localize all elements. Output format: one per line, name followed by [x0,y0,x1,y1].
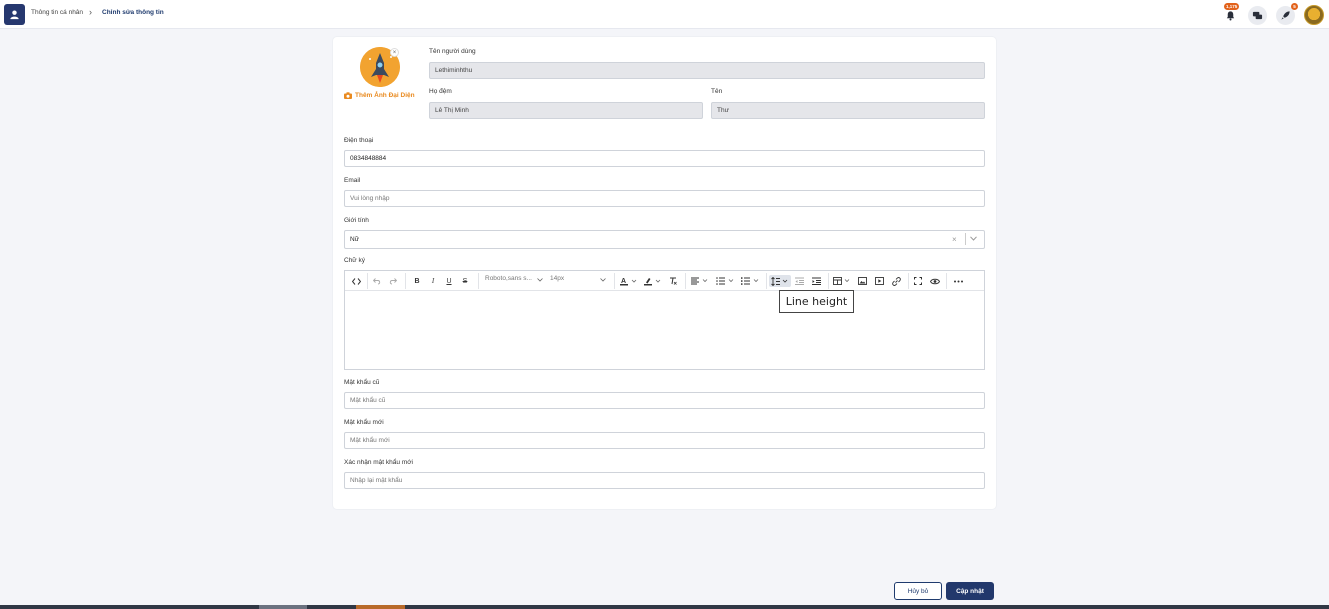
chevron-down-icon [600,278,606,282]
indent-icon[interactable] [810,275,822,287]
clear-selection-icon[interactable]: × [952,235,957,244]
font-family-select[interactable]: Roboto,sans s... [485,275,545,287]
signature-label: Chữ ký [344,257,365,264]
image-icon[interactable] [856,275,868,287]
bottom-taskbar [0,605,1329,609]
phone-input[interactable]: 0834848884 [344,150,985,167]
breadcrumb-current: Chỉnh sửa thông tin [102,9,164,16]
username-label: Tên người dùng [429,48,476,55]
user-avatar[interactable] [1304,5,1324,25]
email-label: Email [344,177,361,184]
remove-avatar-button[interactable]: × [390,48,399,57]
undo-icon[interactable] [371,275,383,287]
add-photo-label: Thêm Ảnh Đại Diện [355,92,415,99]
camera-icon [344,92,352,99]
table-icon[interactable] [832,275,854,287]
redo-icon[interactable] [387,275,399,287]
first-name-label: Tên [711,88,723,95]
notification-badge: 1,175 [1224,3,1240,10]
fullscreen-icon[interactable] [912,275,924,287]
first-name-field: Thư [711,102,985,119]
breadcrumb-separator: › [89,7,92,17]
more-options-icon[interactable] [951,275,965,287]
gender-select[interactable]: Nữ [344,230,985,249]
gender-label: Giới tính [344,217,369,224]
breadcrumb-parent[interactable]: Thông tin cá nhân [31,9,83,16]
highlight-icon[interactable] [643,275,663,287]
italic-icon[interactable]: I [427,275,439,287]
align-icon[interactable] [690,275,710,287]
rocket-badge: 5 [1291,3,1298,10]
username-field: Lethiminhthu [429,62,985,79]
signature-editor[interactable]: B I U S Roboto,sans s... 14px A [344,270,985,370]
outdent-icon[interactable] [793,275,805,287]
unordered-list-icon[interactable] [740,275,762,287]
chevron-down-icon [537,278,543,282]
editor-toolbar: B I U S Roboto,sans s... 14px A [345,271,984,291]
cancel-button[interactable]: Hủy bỏ [894,582,942,600]
last-name-label: Họ đệm [429,88,452,95]
ordered-list-icon[interactable] [715,275,737,287]
video-icon[interactable] [873,275,885,287]
email-input[interactable]: Vui lòng nhập [344,190,985,207]
code-view-icon[interactable] [349,275,363,287]
new-password-label: Mật khẩu mới [344,419,384,426]
svg-text:A: A [621,278,626,285]
top-bar: Thông tin cá nhân › Chỉnh sửa thông tin … [0,0,1329,29]
line-height-icon[interactable] [769,275,791,287]
underline-icon[interactable]: U [443,275,455,287]
new-password-input[interactable]: Mật khẩu mới [344,432,985,449]
phone-label: Điện thoại [344,137,374,144]
link-icon[interactable] [890,275,902,287]
preview-eye-icon[interactable] [929,275,941,287]
chevron-down-icon[interactable] [970,236,977,243]
user-profile-icon[interactable] [4,4,25,25]
select-divider [965,233,966,245]
old-password-label: Mật khẩu cũ [344,379,380,386]
add-photo-button[interactable]: Thêm Ảnh Đại Diện [344,92,415,99]
bold-icon[interactable]: B [411,275,423,287]
chat-icon[interactable] [1248,6,1267,25]
last-name-field: Lê Thị Minh [429,102,703,119]
old-password-input[interactable]: Mật khẩu cũ [344,392,985,409]
clear-format-icon[interactable] [667,275,679,287]
update-button[interactable]: Cập nhật [946,582,994,600]
text-color-icon[interactable]: A [619,275,639,287]
confirm-password-label: Xác nhận mật khẩu mới [344,459,413,466]
strikethrough-icon[interactable]: S [459,275,471,287]
font-size-select[interactable]: 14px [550,275,608,287]
line-height-tooltip: Line height [779,290,854,313]
confirm-password-input[interactable]: Nhập lại mật khẩu [344,472,985,489]
